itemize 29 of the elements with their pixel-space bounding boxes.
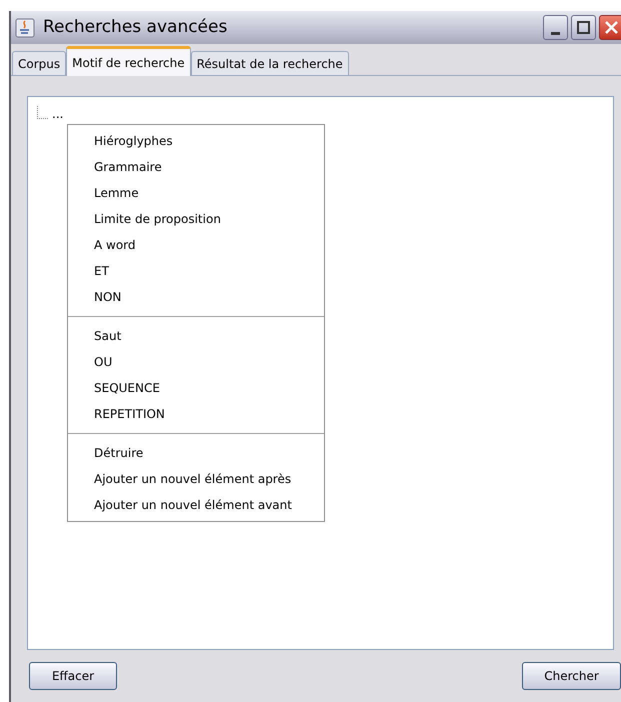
menu-item[interactable]: OU [68, 349, 324, 375]
menu-item[interactable]: Saut [68, 323, 324, 349]
app-icon [15, 18, 35, 38]
menu-item[interactable]: ET [68, 258, 324, 284]
clear-button[interactable]: Effacer [29, 662, 117, 690]
window-title: Recherches avancées [43, 16, 228, 39]
minimize-button[interactable] [543, 15, 568, 40]
menu-item[interactable]: REPETITION [68, 401, 324, 427]
menu-item[interactable]: Ajouter un nouvel élément avant [68, 492, 324, 518]
tab[interactable]: Corpus [12, 51, 66, 75]
search-button[interactable]: Chercher [522, 662, 621, 690]
menu-item[interactable]: Lemme [68, 180, 324, 206]
menu-item[interactable]: NON [68, 284, 324, 310]
menu-item[interactable]: Détruire [68, 440, 324, 466]
tab[interactable]: Motif de recherche [66, 46, 191, 76]
tab[interactable]: Résultat de la recherche [190, 51, 349, 75]
close-button[interactable] [599, 15, 621, 40]
menu-item[interactable]: Grammaire [68, 154, 324, 180]
tree-node[interactable]: ... [52, 109, 64, 119]
maximize-button[interactable] [571, 15, 596, 40]
menu-item[interactable]: Limite de proposition [68, 206, 324, 232]
maximize-icon [577, 21, 590, 34]
menu-item[interactable]: Hiéroglyphes [68, 128, 324, 154]
close-icon [605, 21, 618, 34]
minimize-icon [551, 32, 560, 35]
tree-connector-icon [37, 106, 49, 119]
menu-item[interactable]: Ajouter un nouvel élément après [68, 466, 324, 492]
menu-item[interactable]: SEQUENCE [68, 375, 324, 401]
menu-item[interactable]: A word [68, 232, 324, 258]
